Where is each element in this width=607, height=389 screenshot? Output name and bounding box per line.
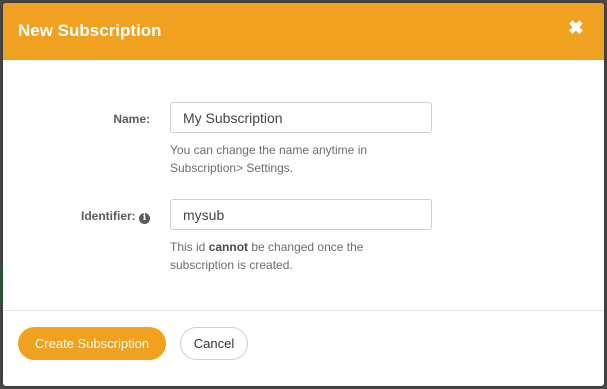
identifier-label-text: Identifier: [80, 209, 136, 223]
name-input[interactable] [170, 102, 432, 133]
dialog-body: Name: You can change the name anytime in… [3, 60, 604, 310]
new-subscription-dialog: New Subscription ✖ Name: You can change … [3, 3, 604, 386]
identifier-input[interactable] [170, 199, 432, 230]
info-icon[interactable]: i [139, 213, 150, 224]
create-subscription-button[interactable]: Create Subscription [18, 327, 166, 360]
close-icon[interactable]: ✖ [568, 19, 584, 39]
identifier-help-text: This id cannot be changed once the subsc… [170, 238, 430, 274]
dialog-title: New Subscription [18, 21, 162, 40]
dialog-header: New Subscription ✖ [3, 3, 604, 60]
identifier-help-before: This id [170, 240, 209, 254]
dialog-footer: Create Subscription Cancel [3, 310, 604, 386]
name-help-text: You can change the name anytime in Subsc… [170, 143, 368, 175]
identifier-label: Identifier: i [81, 209, 150, 224]
identifier-help-bold: cannot [208, 240, 249, 254]
cancel-button[interactable]: Cancel [180, 327, 248, 360]
name-label: Name: [113, 112, 150, 126]
